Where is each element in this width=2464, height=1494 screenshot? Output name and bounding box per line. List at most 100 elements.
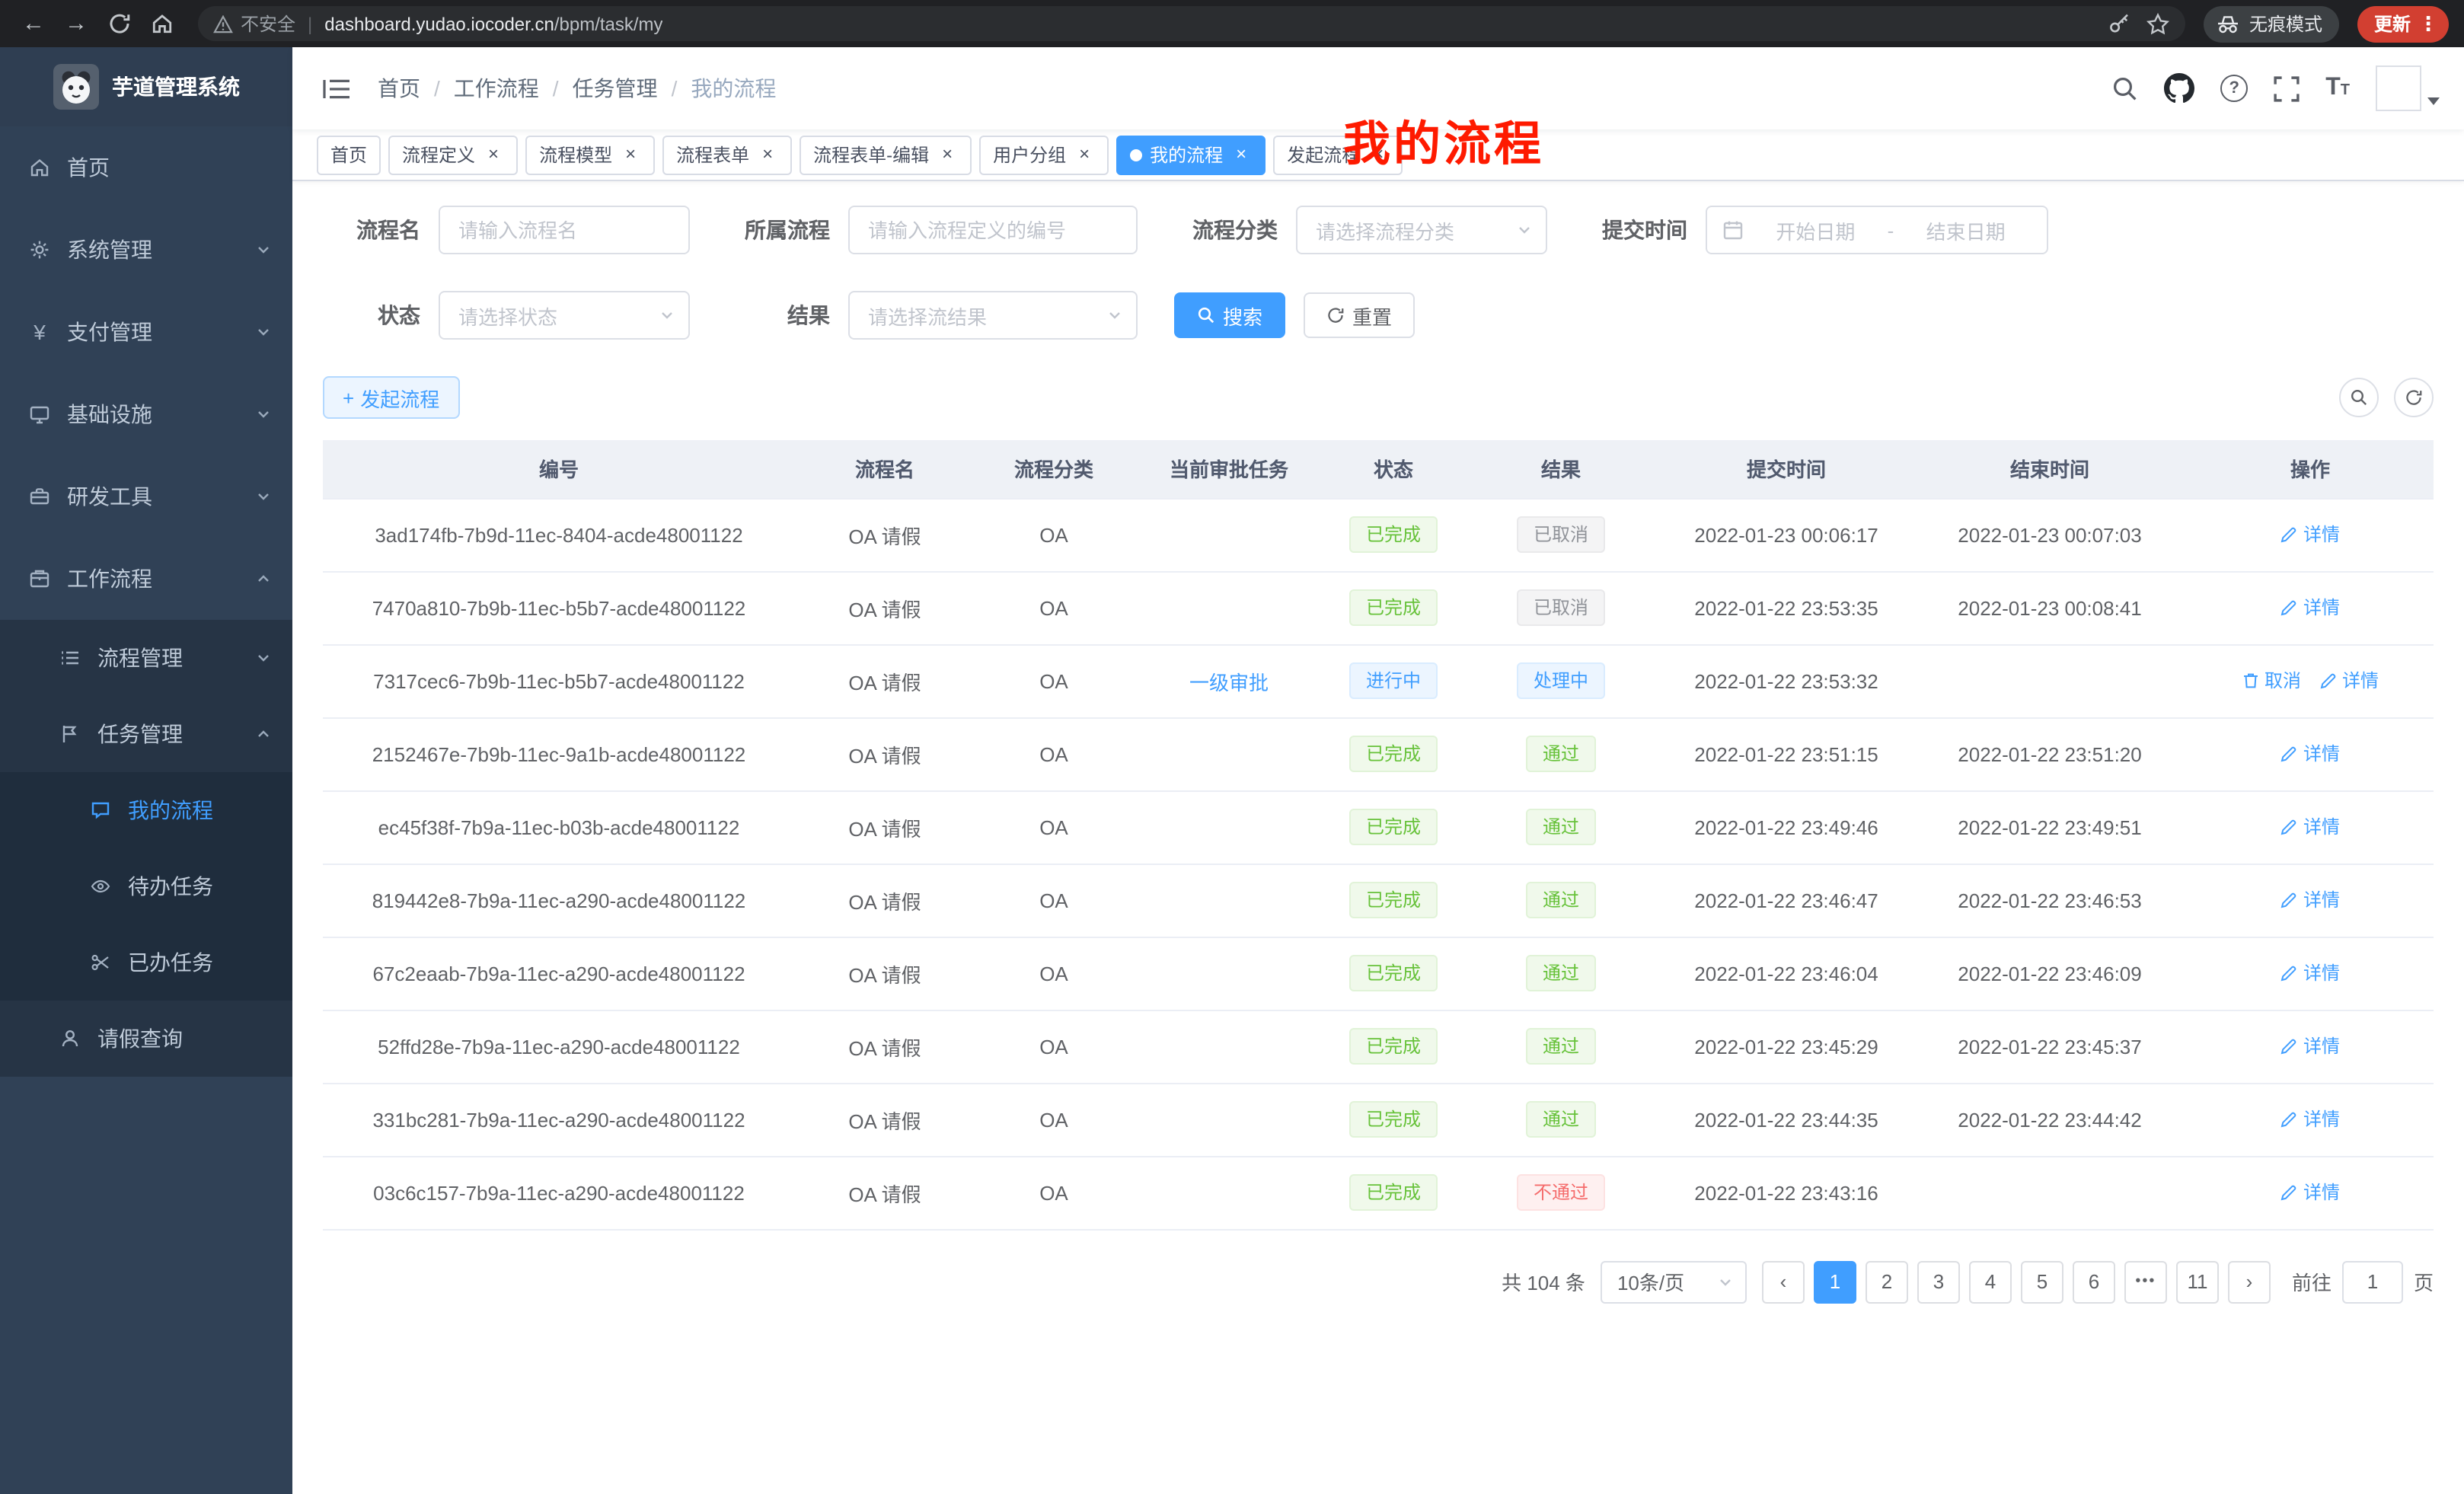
edit-icon: [2280, 964, 2299, 982]
help-icon[interactable]: ?: [2220, 75, 2248, 102]
sidebar-item-label: 我的流程: [128, 795, 213, 825]
result-tag: 通过: [1526, 736, 1596, 772]
cell-current-task: [1133, 1083, 1325, 1156]
detail-link[interactable]: 详情: [2280, 741, 2340, 767]
fullscreen-icon[interactable]: [2274, 75, 2300, 101]
sidebar-item-todo-tasks[interactable]: 待办任务: [0, 848, 292, 924]
font-size-icon[interactable]: TT: [2325, 76, 2350, 101]
close-icon[interactable]: ×: [1230, 144, 1252, 165]
close-icon[interactable]: ×: [1074, 144, 1095, 165]
tab-user-group[interactable]: 用户分组×: [979, 135, 1109, 174]
url-text: dashboard.yudao.iocoder.cn/bpm/task/my: [324, 13, 662, 34]
process-name-input[interactable]: [439, 206, 690, 254]
page-button-5[interactable]: 5: [2021, 1260, 2063, 1303]
sidebar-item-home[interactable]: 首页: [0, 126, 292, 209]
reset-button[interactable]: 重置: [1304, 292, 1415, 338]
cancel-link[interactable]: 取消: [2242, 668, 2301, 694]
page-size-select[interactable]: 10条/页: [1601, 1260, 1747, 1303]
refresh-button[interactable]: [2394, 378, 2434, 417]
page-button-4[interactable]: 4: [1969, 1260, 2012, 1303]
cell-current-task: [1133, 571, 1325, 644]
browser-update-button[interactable]: 更新 ⋮: [2357, 5, 2449, 42]
result-select[interactable]: 请选择流结果: [848, 291, 1138, 340]
sidebar-item-task-management[interactable]: 任务管理: [0, 696, 292, 772]
detail-link[interactable]: 详情: [2280, 887, 2340, 913]
parent-process-input[interactable]: [848, 206, 1138, 254]
detail-link[interactable]: 详情: [2280, 595, 2340, 621]
tab-process-form-edit[interactable]: 流程表单-编辑×: [800, 135, 972, 174]
browser-reload-button[interactable]: [101, 5, 137, 42]
category-select[interactable]: 请选择流程分类: [1296, 206, 1547, 254]
breadcrumb: 首页 / 工作流程 / 任务管理 / 我的流程: [378, 73, 776, 104]
submit-time-range-picker[interactable]: 开始日期 - 结束日期: [1706, 206, 2048, 254]
category-label: 流程分类: [1174, 215, 1296, 245]
sidebar-item-workflow[interactable]: 工作流程: [0, 538, 292, 620]
status-select[interactable]: 请选择状态: [439, 291, 690, 340]
page-button-11[interactable]: 11: [2176, 1260, 2219, 1303]
active-dot-icon: [1130, 148, 1142, 161]
tab-home[interactable]: 首页: [317, 135, 381, 174]
close-icon[interactable]: ×: [620, 144, 641, 165]
task-submenu: 我的流程 待办任务 已办任务: [0, 772, 292, 1001]
show-search-button[interactable]: [2339, 378, 2379, 417]
sidebar-item-leave-query[interactable]: 请假查询: [0, 1001, 292, 1077]
user-avatar[interactable]: [2376, 65, 2440, 111]
key-icon[interactable]: [2108, 12, 2130, 35]
kebab-menu-icon[interactable]: ⋮: [2418, 11, 2438, 36]
cell-process-id: 52ffd28e-7b9a-11ec-a290-acde48001122: [323, 1010, 795, 1083]
breadcrumb-task-management[interactable]: 任务管理: [573, 73, 658, 104]
tab-process-form[interactable]: 流程表单×: [662, 135, 792, 174]
detail-link[interactable]: 详情: [2319, 668, 2379, 694]
detail-link[interactable]: 详情: [2280, 814, 2340, 840]
sidebar-item-payment[interactable]: ¥ 支付管理: [0, 291, 292, 373]
sidebar-item-done-tasks[interactable]: 已办任务: [0, 924, 292, 1001]
tab-my-process[interactable]: 我的流程×: [1116, 135, 1266, 174]
detail-link[interactable]: 详情: [2280, 1180, 2340, 1205]
more-pages-button[interactable]: •••: [2124, 1260, 2167, 1303]
current-task-link[interactable]: 一级审批: [1189, 671, 1269, 694]
sidebar-item-infrastructure[interactable]: 基础设施: [0, 373, 292, 455]
sidebar-item-my-process[interactable]: 我的流程: [0, 772, 292, 848]
cell-status: 进行中: [1325, 644, 1462, 717]
next-page-button[interactable]: ›: [2228, 1260, 2271, 1303]
breadcrumb-workflow[interactable]: 工作流程: [454, 73, 539, 104]
close-icon[interactable]: ×: [757, 144, 778, 165]
breadcrumb-home[interactable]: 首页: [378, 73, 420, 104]
detail-link[interactable]: 详情: [2280, 522, 2340, 547]
detail-link[interactable]: 详情: [2280, 1033, 2340, 1059]
browser-home-button[interactable]: [143, 5, 180, 42]
prev-page-button[interactable]: ‹: [1762, 1260, 1805, 1303]
cell-category: OA: [975, 1010, 1133, 1083]
close-icon[interactable]: ×: [937, 144, 958, 165]
page-button-1[interactable]: 1: [1814, 1260, 1856, 1303]
sidebar-item-dev-tools[interactable]: 研发工具: [0, 455, 292, 538]
sidebar-item-label: 待办任务: [128, 871, 213, 902]
page-button-6[interactable]: 6: [2073, 1260, 2115, 1303]
edit-icon: [2319, 672, 2338, 690]
address-bar[interactable]: 不安全 | dashboard.yudao.iocoder.cn/bpm/tas…: [198, 6, 2185, 41]
tab-process-definition[interactable]: 流程定义×: [388, 135, 518, 174]
github-icon[interactable]: [2164, 73, 2194, 104]
tab-process-model[interactable]: 流程模型×: [525, 135, 655, 174]
table-row: 3ad174fb-7b9d-11ec-8404-acde48001122 OA …: [323, 498, 2434, 571]
detail-link[interactable]: 详情: [2280, 960, 2340, 986]
browser-back-button[interactable]: ←: [15, 5, 52, 42]
sidebar-item-label: 系统管理: [67, 235, 152, 265]
jump-page-input[interactable]: [2342, 1260, 2403, 1303]
browser-forward-button[interactable]: →: [58, 5, 94, 42]
page-button-2[interactable]: 2: [1866, 1260, 1908, 1303]
search-button[interactable]: 搜索: [1174, 292, 1285, 338]
cell-status: 已完成: [1325, 937, 1462, 1010]
close-icon[interactable]: ×: [483, 144, 504, 165]
security-chip[interactable]: 不安全: [213, 11, 295, 37]
sidebar-item-process-management[interactable]: 流程管理: [0, 620, 292, 696]
sidebar-item-system[interactable]: 系统管理: [0, 209, 292, 291]
start-process-button[interactable]: +发起流程: [323, 376, 459, 419]
hamburger-icon[interactable]: [317, 71, 356, 106]
page-button-3[interactable]: 3: [1917, 1260, 1960, 1303]
bookmark-star-icon[interactable]: [2146, 11, 2170, 36]
cell-process-name: OA 请假: [795, 571, 975, 644]
cell-current-task: [1133, 790, 1325, 864]
detail-link[interactable]: 详情: [2280, 1106, 2340, 1132]
search-icon[interactable]: [2111, 75, 2138, 102]
